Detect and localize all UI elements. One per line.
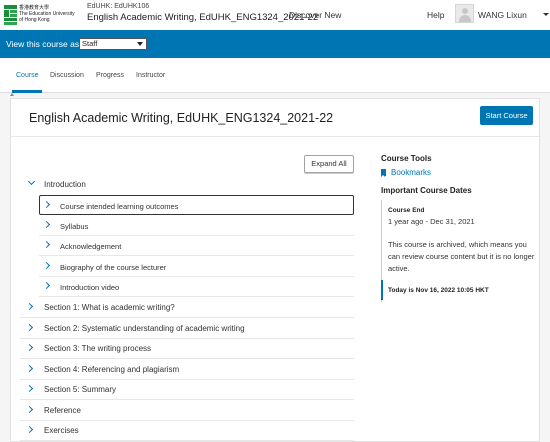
course-dates-panel: Course End 1 year ago - Dec 31, 2021 Thi… xyxy=(380,200,537,302)
chevron-right-icon xyxy=(42,200,51,209)
subsection-biography[interactable]: Biography of the course lecturer xyxy=(39,257,354,277)
course-end-value: 1 year ago - Dec 31, 2021 xyxy=(388,217,475,226)
bookmarks-link[interactable]: Bookmarks xyxy=(381,168,431,177)
section-label: Section 1: What is academic writing? xyxy=(44,303,175,312)
section-label: Reference xyxy=(44,406,81,415)
chevron-right-icon xyxy=(42,281,51,290)
bookmark-icon xyxy=(381,169,386,177)
section-introduction[interactable]: Introduction xyxy=(20,175,354,195)
today-marker xyxy=(380,280,383,300)
subsection-label: Course intended learning outcomes xyxy=(60,202,179,211)
site-header: 香港教育大學 The Education University of Hong … xyxy=(0,0,550,30)
course-end-heading: Course End xyxy=(388,207,425,214)
today-date: Today is Nov 16, 2022 10:05 HKT xyxy=(388,287,489,294)
section-label: Section 3: The writing process xyxy=(44,344,152,353)
section-3[interactable]: Section 3: The writing process xyxy=(20,339,354,359)
chevron-down-icon xyxy=(27,177,36,186)
logo-mark-icon xyxy=(4,5,17,25)
section-label: Section 5: Summary xyxy=(44,385,117,394)
header-course-title: English Academic Writing, EdUHK_ENG1324_… xyxy=(87,12,319,23)
view-as-select[interactable]: Staff xyxy=(79,38,147,50)
subsection-label: Biography of the course lecturer xyxy=(60,263,167,272)
chevron-right-icon xyxy=(42,220,51,229)
subsection-syllabus[interactable]: Syllabus xyxy=(39,216,354,236)
subsection-acknowledgement[interactable]: Acknowledgement xyxy=(39,236,354,256)
discover-new-link[interactable]: Discover New xyxy=(289,10,341,20)
tab-course[interactable]: Course xyxy=(16,72,39,79)
section-5[interactable]: Section 5: Summary xyxy=(20,380,354,400)
chevron-right-icon xyxy=(25,425,34,434)
bookmarks-label: Bookmarks xyxy=(391,168,432,177)
subsection-label: Introduction video xyxy=(60,283,120,292)
page-title: English Academic Writing, EdUHK_ENG1324_… xyxy=(29,111,334,125)
section-4[interactable]: Section 4: Referencing and plagiarism xyxy=(20,360,354,380)
course-org: EdUHK: EdUHK106 xyxy=(87,3,150,10)
course-tabs: Course Discussion Progress Instructor xyxy=(0,58,550,93)
section-label: Section 2: Systematic understanding of a… xyxy=(44,324,245,333)
section-reference[interactable]: Reference xyxy=(20,401,354,421)
section-2[interactable]: Section 2: Systematic understanding of a… xyxy=(20,319,354,339)
course-tools-heading: Course Tools xyxy=(381,154,432,163)
user-avatar[interactable] xyxy=(455,4,474,23)
select-caret-icon xyxy=(137,42,143,46)
chevron-right-icon xyxy=(42,261,51,270)
view-as-label: View this course as: xyxy=(6,39,82,49)
section-label: Section 4: Referencing and plagiarism xyxy=(44,365,180,374)
important-dates-heading: Important Course Dates xyxy=(381,186,472,195)
university-logo[interactable]: 香港教育大學 The Education University of Hong … xyxy=(4,4,75,26)
tab-instructor[interactable]: Instructor xyxy=(136,72,165,79)
help-link[interactable]: Help xyxy=(427,10,444,20)
username[interactable]: WANG Lixun xyxy=(478,10,527,20)
chevron-right-icon xyxy=(25,343,34,352)
course-outline-card: English Academic Writing, EdUHK_ENG1324_… xyxy=(10,98,541,442)
logo-text-chinese: 香港教育大學 xyxy=(19,5,50,11)
chevron-right-icon xyxy=(25,405,34,414)
archived-notice: This course is archived, which means you… xyxy=(388,240,535,273)
chevron-right-icon xyxy=(42,240,51,249)
section-exercises[interactable]: Exercises xyxy=(20,421,354,441)
scroll-up-arrow-icon[interactable] xyxy=(10,93,14,96)
tab-progress[interactable]: Progress xyxy=(96,72,124,79)
chevron-right-icon xyxy=(25,302,34,311)
chevron-right-icon xyxy=(25,323,34,332)
subsection-label: Syllabus xyxy=(60,222,89,231)
subsection-intro-video[interactable]: Introduction video xyxy=(39,277,354,297)
divider xyxy=(11,136,541,137)
section-label: Introduction xyxy=(44,180,86,189)
user-menu-caret-icon[interactable] xyxy=(543,13,549,16)
section-1[interactable]: Section 1: What is academic writing? xyxy=(20,298,354,318)
tab-discussion[interactable]: Discussion xyxy=(50,72,84,79)
view-as-selected-value: Staff xyxy=(82,39,98,48)
section-label: Exercises xyxy=(44,426,79,435)
logo-text-line3: of Hong Kong xyxy=(19,17,50,23)
start-course-button[interactable]: Start Course xyxy=(480,106,533,125)
chevron-right-icon xyxy=(25,364,34,373)
chevron-right-icon xyxy=(25,384,34,393)
subsection-course-outcomes[interactable]: Course intended learning outcomes xyxy=(39,195,354,215)
expand-all-button[interactable]: Expand All xyxy=(304,155,354,173)
subsection-label: Acknowledgement xyxy=(60,242,122,251)
view-as-bar: View this course as: Staff xyxy=(0,30,550,58)
